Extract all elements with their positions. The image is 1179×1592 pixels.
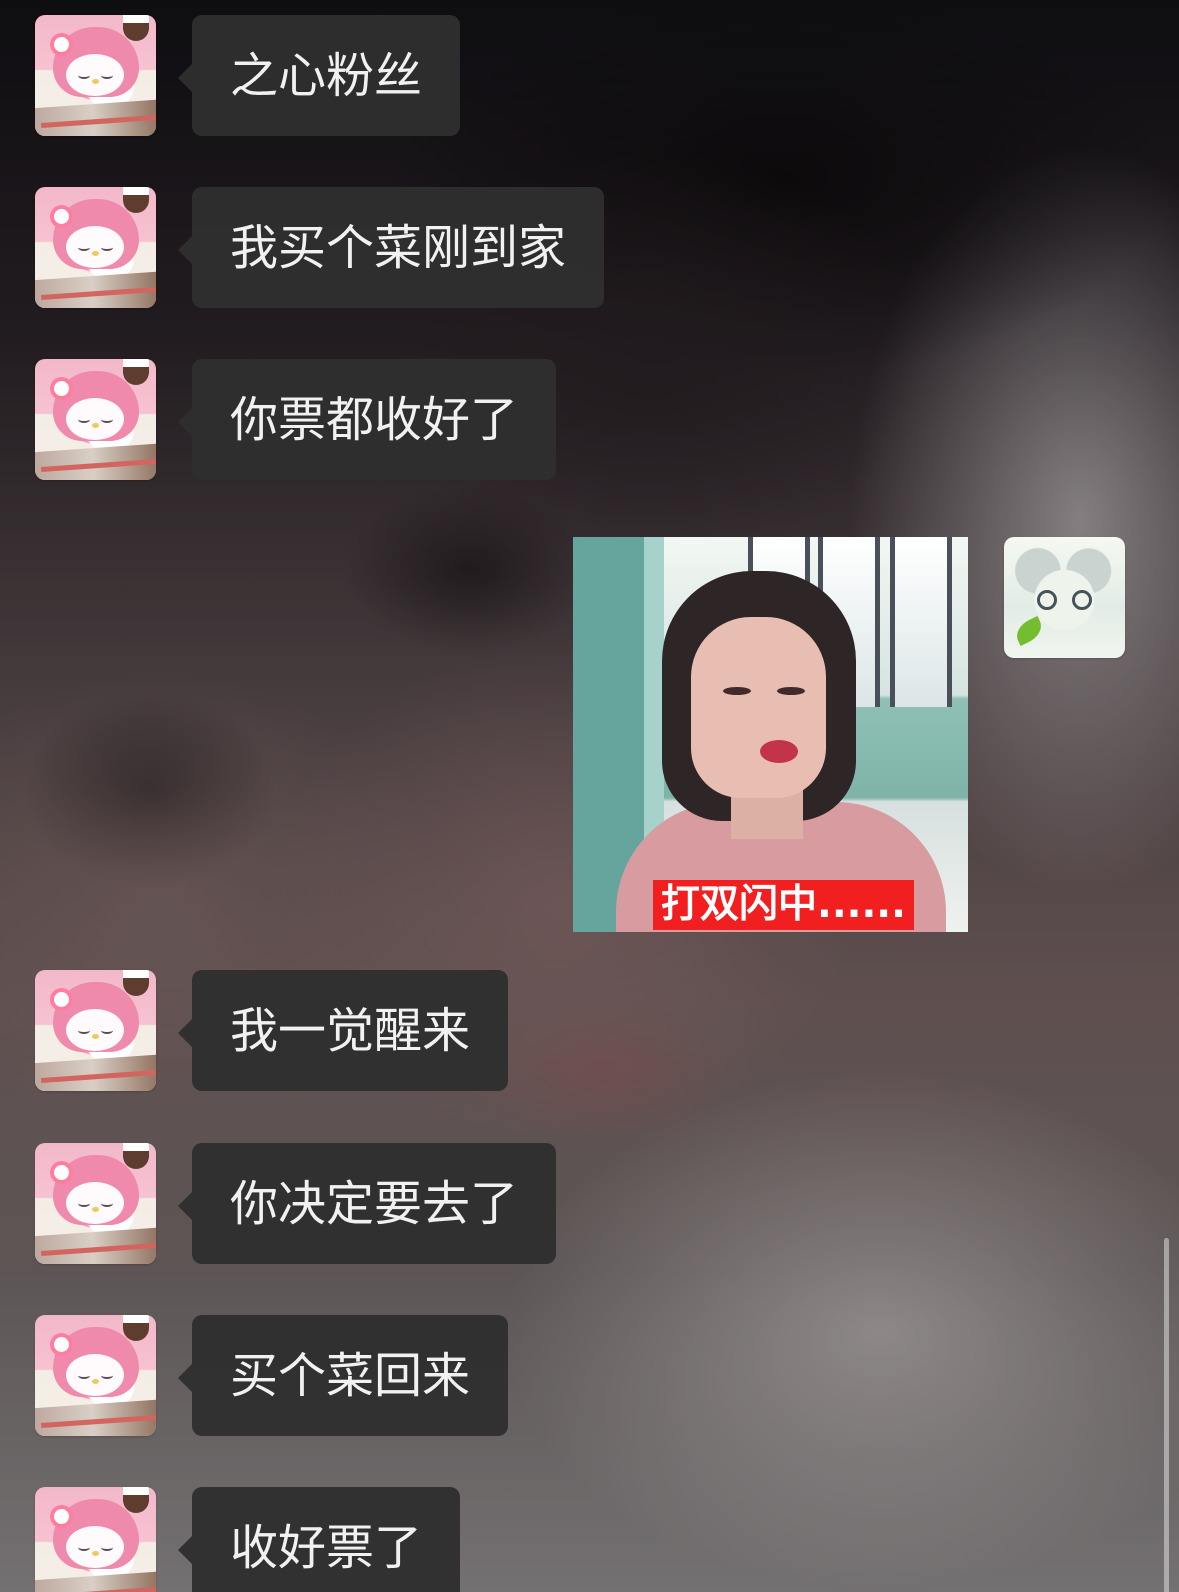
my-melody-avatar-icon[interactable] [35, 1487, 156, 1592]
glasses-icon [1037, 590, 1092, 610]
avatar-right-eye [101, 1544, 113, 1551]
outgoing-message: 打双闪中...... [573, 537, 1125, 932]
message-text: 买个菜回来 [230, 1348, 471, 1404]
sticker-left-eye [723, 687, 751, 695]
message-text: 之心粉丝 [230, 48, 423, 104]
avatar-right-eye [101, 1200, 113, 1207]
sticker-right-eye [777, 687, 805, 695]
message-text: 我一觉醒来 [230, 1003, 471, 1059]
background-window [890, 537, 952, 707]
flower-icon [54, 1337, 69, 1352]
message-bubble[interactable]: 买个菜回来 [177, 1315, 509, 1436]
avatar-nose [92, 1551, 99, 1556]
chat-screen: 之心粉丝 我买个菜刚到家 你票都收好了 打双闪中...... 我一觉醒来 你决定… [0, 0, 1179, 1592]
avatar-right-eye [101, 72, 113, 79]
incoming-message: 我一觉醒来 [35, 970, 509, 1091]
my-melody-avatar-icon[interactable] [35, 15, 156, 136]
flower-icon [54, 209, 69, 224]
avatar-face [66, 226, 124, 268]
avatar-face [66, 1354, 124, 1396]
sticker-person-face [691, 617, 826, 798]
incoming-message: 收好票了 [35, 1487, 461, 1592]
sticker-caption: 打双闪中...... [653, 880, 914, 930]
message-text: 你票都收好了 [230, 392, 519, 448]
flower-icon [54, 381, 69, 396]
avatar-face [66, 1182, 124, 1224]
leaf-icon [1012, 616, 1046, 646]
avatar-left-eye [78, 416, 90, 423]
avatar-face [66, 1526, 124, 1568]
my-melody-avatar-icon[interactable] [35, 1143, 156, 1264]
avatar-left-eye [78, 1027, 90, 1034]
my-melody-avatar-icon[interactable] [35, 1315, 156, 1436]
flower-icon [54, 992, 69, 1007]
message-text: 你决定要去了 [230, 1176, 519, 1232]
avatar-right-eye [101, 1372, 113, 1379]
scrollbar-thumb[interactable] [1164, 1238, 1169, 1592]
flower-icon [54, 1509, 69, 1524]
message-text: 收好票了 [230, 1520, 423, 1576]
plush-cat-avatar-icon[interactable] [1004, 537, 1125, 658]
meme-sticker[interactable]: 打双闪中...... [573, 537, 968, 932]
message-bubble[interactable]: 你票都收好了 [177, 359, 557, 480]
avatar-nose [92, 1034, 99, 1039]
avatar-left-eye [78, 1372, 90, 1379]
flower-icon [54, 37, 69, 52]
avatar-nose [92, 251, 99, 256]
avatar-nose [92, 1207, 99, 1212]
flower-icon [54, 1165, 69, 1180]
avatar-nose [92, 1379, 99, 1384]
incoming-message: 你决定要去了 [35, 1143, 557, 1264]
avatar-right-eye [101, 1027, 113, 1034]
message-text: 我买个菜刚到家 [230, 220, 567, 276]
avatar-nose [92, 423, 99, 428]
avatar-nose [92, 79, 99, 84]
sticker-mouth [760, 740, 798, 763]
avatar-face [66, 398, 124, 440]
message-bubble[interactable]: 你决定要去了 [177, 1143, 557, 1264]
incoming-message: 你票都收好了 [35, 359, 557, 480]
message-bubble[interactable]: 之心粉丝 [177, 15, 461, 136]
avatar-left-eye [78, 244, 90, 251]
my-melody-avatar-icon[interactable] [35, 359, 156, 480]
incoming-message: 我买个菜刚到家 [35, 187, 605, 308]
avatar-left-eye [78, 72, 90, 79]
avatar-right-eye [101, 416, 113, 423]
message-bubble[interactable]: 我一觉醒来 [177, 970, 509, 1091]
avatar-face [66, 1009, 124, 1051]
my-melody-avatar-icon[interactable] [35, 187, 156, 308]
incoming-message: 之心粉丝 [35, 15, 461, 136]
message-bubble[interactable]: 我买个菜刚到家 [177, 187, 605, 308]
message-bubble[interactable]: 收好票了 [177, 1487, 461, 1592]
avatar-face [66, 54, 124, 96]
incoming-message: 买个菜回来 [35, 1315, 509, 1436]
avatar-right-eye [101, 244, 113, 251]
avatar-left-eye [78, 1544, 90, 1551]
my-melody-avatar-icon[interactable] [35, 970, 156, 1091]
avatar-left-eye [78, 1200, 90, 1207]
